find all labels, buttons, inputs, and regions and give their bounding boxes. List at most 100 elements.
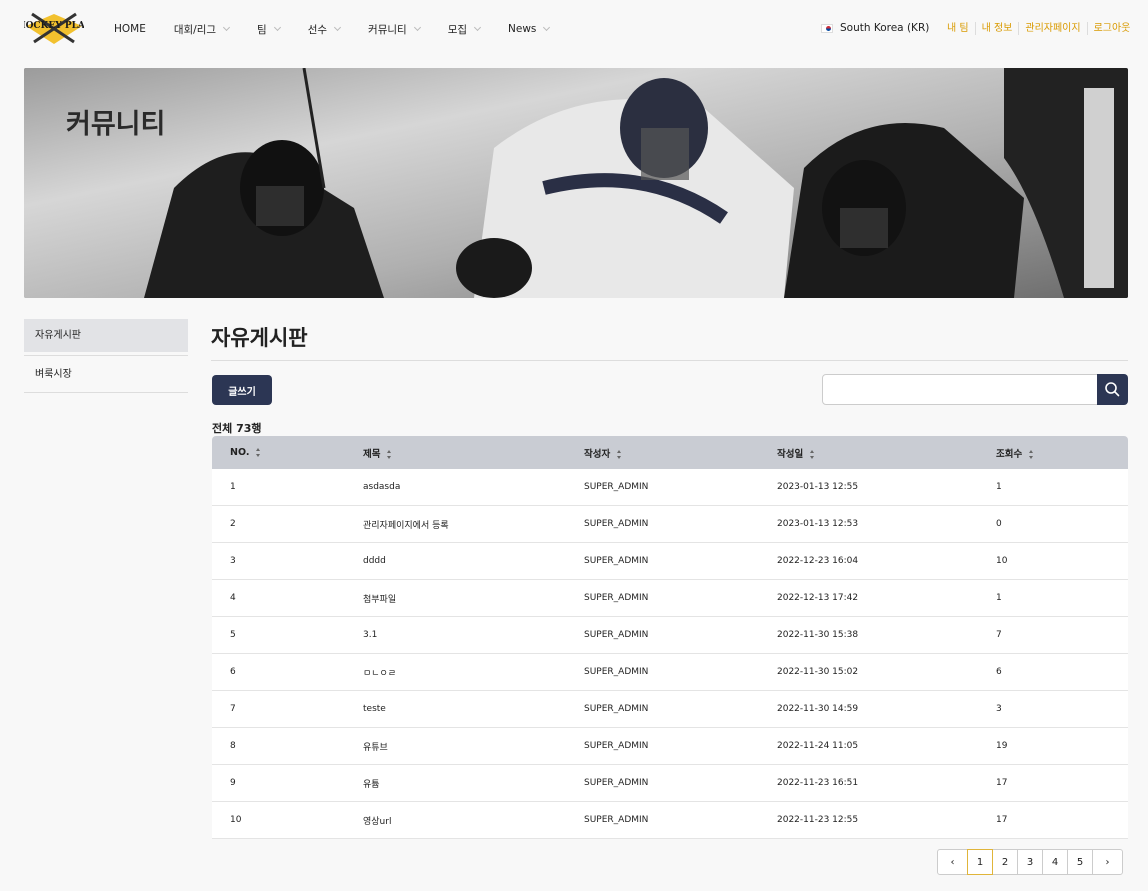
cell-title[interactable]: asdasda xyxy=(363,482,400,492)
cell-title[interactable]: 영상url xyxy=(363,814,391,827)
country-selector[interactable]: South Korea (KR) xyxy=(821,22,929,34)
korea-flag-icon xyxy=(821,23,833,33)
nav-item-recruitment[interactable]: 모집 xyxy=(447,22,482,36)
cell-views: 17 xyxy=(996,815,1008,825)
cell-title[interactable]: 3.1 xyxy=(363,630,377,640)
cell-title[interactable]: 관리자페이지에서 등록 xyxy=(363,518,449,531)
page-button-2[interactable]: 2 xyxy=(992,849,1018,875)
nav-item-news[interactable]: News xyxy=(508,22,551,36)
sidebar-item-flea-market[interactable]: 벼룩시장 xyxy=(24,355,188,393)
hero-banner: 커뮤니티 xyxy=(24,68,1128,298)
cell-no: 5 xyxy=(230,630,236,640)
table-row[interactable]: 6 ㅁㄴㅇㄹ SUPER_ADMIN 2022-11-30 15:02 6 xyxy=(212,654,1128,691)
logo-text: HOCKEY PLAY xyxy=(24,21,84,31)
cell-no: 2 xyxy=(230,519,236,529)
hockey-play-logo[interactable]: HOCKEY PLAY xyxy=(24,10,84,46)
page-button-4[interactable]: 4 xyxy=(1042,849,1068,875)
cell-author: SUPER_ADMIN xyxy=(584,704,649,714)
sort-icon xyxy=(616,449,622,459)
page-title: 자유게시판 xyxy=(211,326,308,350)
chevron-down-icon xyxy=(273,23,281,31)
cell-title[interactable]: ㅁㄴㅇㄹ xyxy=(363,666,396,679)
next-page-button[interactable]: › xyxy=(1092,849,1123,875)
top-navigation-bar: HOCKEY PLAY HOME 대회/리그 팀 선수 커뮤니티 모집 News South… xyxy=(0,0,1148,58)
cell-views: 6 xyxy=(996,667,1002,677)
table-body: 1 asdasda SUPER_ADMIN 2023-01-13 12:55 1 2 관리자… xyxy=(212,469,1128,839)
sort-icon xyxy=(1028,449,1034,459)
column-header-author[interactable]: 작성자 xyxy=(584,446,622,460)
table-row[interactable]: 7 teste SUPER_ADMIN 2022-11-30 14:59 3 xyxy=(212,691,1128,728)
cell-no: 9 xyxy=(230,778,236,788)
nav-item-label: 대회/리그 xyxy=(173,23,217,36)
cell-date: 2022-11-23 12:55 xyxy=(777,815,859,825)
nav-item-teams[interactable]: 팀 xyxy=(257,22,281,36)
cell-author: SUPER_ADMIN xyxy=(584,667,649,677)
search-input[interactable] xyxy=(822,374,1098,405)
cell-title[interactable]: 유튬 xyxy=(363,777,380,790)
table-row[interactable]: 10 영상url SUPER_ADMIN 2022-11-23 12:55 17 xyxy=(212,802,1128,839)
cell-views: 1 xyxy=(996,482,1002,492)
prev-page-button[interactable]: ‹ xyxy=(937,849,968,875)
cell-author: SUPER_ADMIN xyxy=(584,815,649,825)
chevron-down-icon xyxy=(334,23,342,31)
table-row[interactable]: 3 dddd SUPER_ADMIN 2022-12-23 16:04 10 xyxy=(212,543,1128,580)
nav-item-label: HOME xyxy=(114,23,146,35)
table-row[interactable]: 8 유튜브 SUPER_ADMIN 2022-11-24 11:05 19 xyxy=(212,728,1128,765)
posts-table: NO. 제목 작성자 작성일 조회수 1 asdasda SUPER_ADMIN 20… xyxy=(212,436,1128,839)
cell-date: 2022-12-13 17:42 xyxy=(777,593,859,603)
table-row[interactable]: 1 asdasda SUPER_ADMIN 2023-01-13 12:55 1 xyxy=(212,469,1128,506)
column-header-title[interactable]: 제목 xyxy=(363,446,392,460)
banner-title: 커뮤니티 xyxy=(66,109,166,140)
pagination: ‹ 1 2 3 4 5 › xyxy=(937,849,1123,875)
table-row[interactable]: 2 관리자페이지에서 등록 SUPER_ADMIN 2023-01-13 12:53 0 xyxy=(212,506,1128,543)
cell-title[interactable]: dddd xyxy=(363,556,386,566)
chevron-down-icon xyxy=(473,23,482,31)
cell-views: 10 xyxy=(996,556,1008,566)
cell-author: SUPER_ADMIN xyxy=(584,482,649,492)
nav-item-competitions[interactable]: 대회/리그 xyxy=(173,22,231,36)
page-button-3[interactable]: 3 xyxy=(1017,849,1043,875)
cell-date: 2022-11-24 11:05 xyxy=(777,741,859,751)
nav-item-label: 모집 xyxy=(447,23,468,36)
cell-date: 2022-12-23 16:04 xyxy=(777,556,859,566)
write-post-button[interactable]: 글쓰기 xyxy=(212,375,272,405)
cell-views: 17 xyxy=(996,778,1008,788)
table-row[interactable]: 9 유튬 SUPER_ADMIN 2022-11-23 16:51 17 xyxy=(212,765,1128,802)
cell-author: SUPER_ADMIN xyxy=(584,556,649,566)
cell-title[interactable]: 첨부파일 xyxy=(363,592,396,605)
column-header-no[interactable]: NO. xyxy=(230,447,261,458)
table-row[interactable]: 5 3.1 SUPER_ADMIN 2022-11-30 15:38 7 xyxy=(212,617,1128,654)
cell-no: 1 xyxy=(230,482,236,492)
cell-date: 2023-01-13 12:55 xyxy=(777,482,859,492)
cell-views: 0 xyxy=(996,519,1002,529)
sort-icon xyxy=(255,448,261,457)
my-info-link[interactable]: 내 정보 xyxy=(974,22,1019,35)
nav-item-label: News xyxy=(508,23,537,35)
page-button-1[interactable]: 1 xyxy=(967,849,993,875)
table-row[interactable]: 4 첨부파일 SUPER_ADMIN 2022-12-13 17:42 1 xyxy=(212,580,1128,617)
nav-item-community[interactable]: 커뮤니티 xyxy=(368,22,421,36)
cell-views: 7 xyxy=(996,630,1002,640)
cell-views: 3 xyxy=(996,704,1002,714)
cell-views: 19 xyxy=(996,741,1008,751)
chevron-down-icon xyxy=(543,23,551,31)
nav-item-home[interactable]: HOME xyxy=(114,22,146,36)
cell-date: 2022-11-30 15:38 xyxy=(777,630,859,640)
page-button-5[interactable]: 5 xyxy=(1067,849,1093,875)
cell-author: SUPER_ADMIN xyxy=(584,519,649,529)
total-count: 전체 73행 xyxy=(212,422,262,435)
cell-no: 10 xyxy=(230,815,242,825)
cell-title[interactable]: 유튜브 xyxy=(363,740,388,753)
cell-views: 1 xyxy=(996,593,1002,603)
column-header-date[interactable]: 작성일 xyxy=(777,446,815,460)
logout-link[interactable]: 로그아웃 xyxy=(1086,22,1137,35)
admin-page-link[interactable]: 관리자페이지 xyxy=(1018,22,1086,35)
sidebar-item-free-board[interactable]: 자유게시판 xyxy=(24,319,188,352)
search-button[interactable] xyxy=(1097,374,1128,405)
my-team-link[interactable]: 내 팀 xyxy=(947,22,975,35)
column-header-views[interactable]: 조회수 xyxy=(996,446,1034,460)
cell-title[interactable]: teste xyxy=(363,704,386,714)
country-label: South Korea (KR) xyxy=(840,22,930,34)
nav-item-players[interactable]: 선수 xyxy=(308,22,342,36)
cell-author: SUPER_ADMIN xyxy=(584,741,649,751)
